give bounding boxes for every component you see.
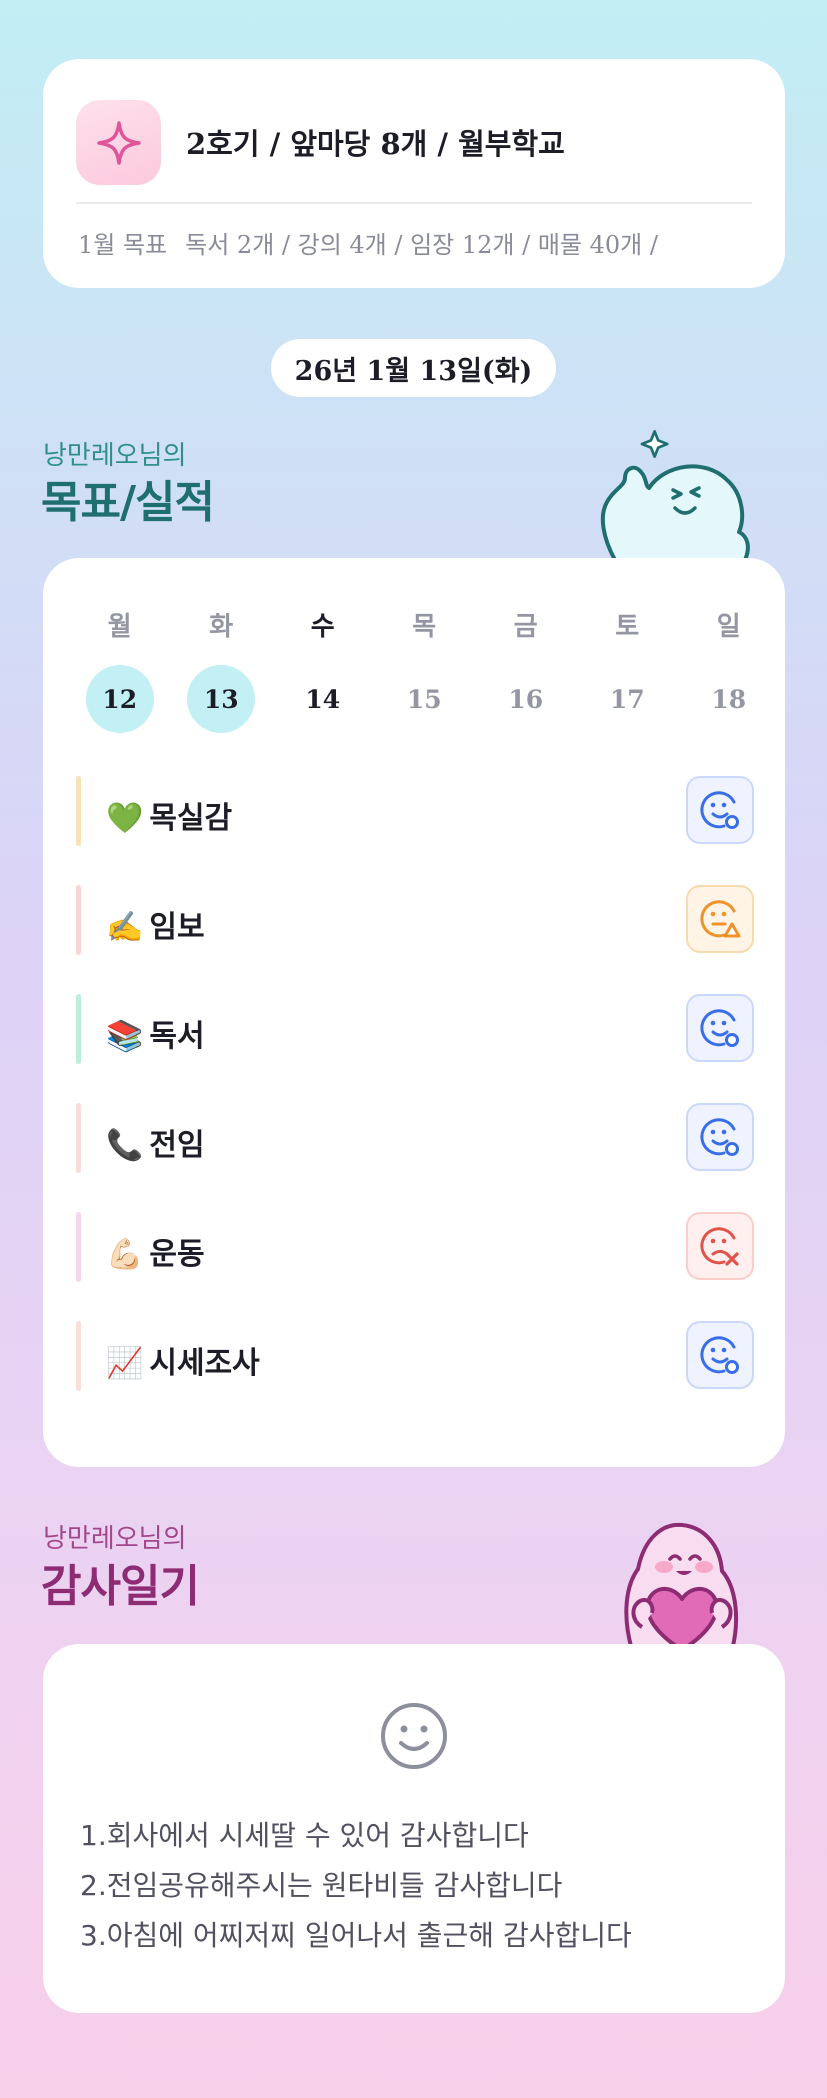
day-cell[interactable]: 13 — [171, 665, 273, 733]
weekday-label: 수 — [310, 612, 335, 642]
day-cell[interactable]: 12 — [69, 665, 171, 733]
habit-emoji: 💚 — [106, 801, 144, 836]
habit-status-warn-icon[interactable] — [686, 885, 754, 953]
weekday-label: 화 — [209, 612, 234, 642]
pink-mascot-illustration — [624, 1522, 739, 1650]
day-number: 16 — [508, 684, 544, 714]
habit-row[interactable]: 💪🏻 운동 — [76, 1212, 754, 1282]
thanks-list: 1.회사에서 시세딸 수 있어 감사합니다 2.전임공유해주시는 원타비들 감사합… — [80, 1811, 632, 1961]
habit-row[interactable]: 📞 전임 — [76, 1103, 754, 1173]
date-pill[interactable]: 26년 1월 13일(화) — [271, 339, 556, 397]
habit-label: 💪🏻 운동 — [106, 1229, 205, 1273]
day-number: 18 — [711, 684, 747, 714]
habit-name: 시세조사 — [149, 1346, 260, 1381]
habit-name: 목실감 — [149, 801, 233, 836]
profile-card: 2호기 / 앞마당 8개 / 월부학교 1월 목표 독서 2개 / 강의 4개 /… — [43, 59, 785, 288]
habit-label: ✍️ 임보 — [106, 902, 205, 946]
habit-status-fail-icon[interactable] — [686, 1212, 754, 1280]
weekday-label: 일 — [716, 612, 741, 642]
weekday-label: 금 — [513, 612, 538, 642]
weekday-header: 월화수목금토일 — [69, 606, 780, 643]
habit-name: 독서 — [149, 1019, 205, 1054]
thanks-item: 2.전임공유해주시는 원타비들 감사합니다 — [80, 1869, 563, 1902]
sparkle-icon — [76, 100, 161, 185]
habit-color-bar — [76, 1321, 81, 1391]
day-cell[interactable]: 17 — [577, 665, 679, 733]
habit-label: 📚 독서 — [106, 1011, 205, 1055]
day-number: 14 — [305, 684, 341, 714]
weekday-label: 목 — [412, 612, 437, 642]
habit-color-bar — [76, 994, 81, 1064]
goal-section-title: 목표/실적 — [41, 477, 215, 528]
day-number: 12 — [85, 665, 154, 733]
habit-color-bar — [76, 776, 81, 846]
habit-status-ok-icon[interactable] — [686, 1321, 754, 1389]
day-number: 17 — [609, 684, 645, 714]
blue-mascot-illustration — [600, 430, 750, 560]
day-cell[interactable]: 14 — [272, 665, 374, 733]
smile-icon — [381, 1703, 447, 1769]
monthly-goal-label: 1월 목표 — [78, 231, 168, 259]
habit-status-ok-icon[interactable] — [686, 1103, 754, 1171]
habit-color-bar — [76, 885, 81, 955]
thanks-item: 3.아침에 어찌저찌 일어나서 출근해 감사합니다 — [80, 1919, 632, 1952]
habit-status-ok-icon[interactable] — [686, 994, 754, 1062]
habit-row[interactable]: 📈 시세조사 — [76, 1321, 754, 1391]
habit-name: 임보 — [149, 910, 205, 945]
day-cell[interactable]: 15 — [374, 665, 476, 733]
habit-color-bar — [76, 1103, 81, 1173]
habit-label: 📈 시세조사 — [106, 1338, 260, 1382]
thanks-section-title: 감사일기 — [41, 1561, 200, 1612]
weekday-label: 토 — [615, 612, 640, 642]
profile-title: 2호기 / 앞마당 8개 / 월부학교 — [186, 127, 565, 161]
habit-name: 운동 — [149, 1237, 205, 1272]
habit-status-ok-icon[interactable] — [686, 776, 754, 844]
thanks-item: 1.회사에서 시세딸 수 있어 감사합니다 — [80, 1819, 529, 1852]
divider — [76, 202, 752, 204]
thanks-card: 1.회사에서 시세딸 수 있어 감사합니다 2.전임공유해주시는 원타비들 감사합… — [43, 1644, 785, 2013]
habit-row[interactable]: 💚 목실감 — [76, 776, 754, 846]
day-number: 13 — [187, 665, 256, 733]
habit-label: 💚 목실감 — [106, 793, 232, 837]
monthly-goal: 1월 목표 독서 2개 / 강의 4개 / 임장 12개 / 매물 40개 / — [78, 225, 658, 260]
habit-emoji: 📈 — [106, 1346, 144, 1381]
habit-row[interactable]: ✍️ 임보 — [76, 885, 754, 955]
week-date-row: 12 13 14 15 16 17 18 — [69, 665, 780, 733]
day-cell[interactable]: 16 — [475, 665, 577, 733]
day-number: 15 — [406, 684, 442, 714]
habit-row[interactable]: 📚 독서 — [76, 994, 754, 1064]
monthly-goal-text: 독서 2개 / 강의 4개 / 임장 12개 / 매물 40개 / — [185, 231, 658, 259]
weekday-label: 월 — [107, 612, 132, 642]
habit-emoji: ✍️ — [106, 910, 144, 945]
goal-card: 월 화 수 목 금 토 일 12 13 14 15 16 17 18 💚 목실감 ✍️ 임보 📚 독서 📞 전임 💪🏻 운… — [43, 558, 785, 1467]
habit-name: 전임 — [149, 1128, 205, 1163]
habit-emoji: 📞 — [106, 1128, 144, 1163]
habit-color-bar — [76, 1212, 81, 1282]
day-cell[interactable]: 18 — [678, 665, 780, 733]
habit-emoji: 📚 — [106, 1019, 144, 1054]
habit-emoji: 💪🏻 — [106, 1237, 144, 1272]
habit-label: 📞 전임 — [106, 1120, 205, 1164]
